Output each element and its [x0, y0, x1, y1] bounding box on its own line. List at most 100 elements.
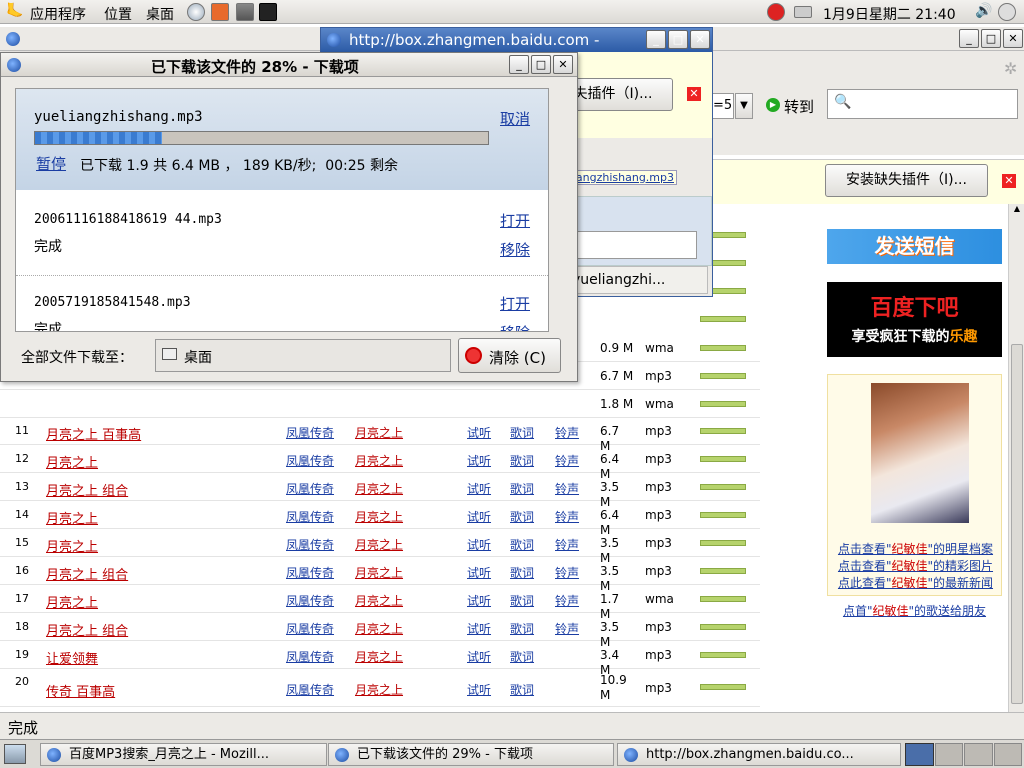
remove-item-link[interactable]: 移除: [500, 322, 530, 331]
lyrics-link[interactable]: 歌词: [510, 452, 534, 469]
album-link[interactable]: 凤凰传奇: [286, 508, 334, 525]
lyrics-link[interactable]: 歌词: [510, 564, 534, 581]
save-folder-field[interactable]: 桌面: [155, 339, 451, 372]
lyrics-link[interactable]: 歌词: [510, 508, 534, 525]
go-button[interactable]: 转到: [784, 96, 814, 117]
popup-close-button[interactable]: ✕: [690, 30, 710, 49]
lyrics-link[interactable]: 歌词: [510, 620, 534, 637]
ringtone-link[interactable]: 铃声: [555, 564, 579, 581]
song-link[interactable]: 月亮之上: [46, 536, 98, 555]
album-title-link[interactable]: 月亮之上: [355, 536, 403, 553]
task-browser[interactable]: 百度MP3搜索_月亮之上 - Mozill...: [40, 743, 327, 766]
listen-link[interactable]: 试听: [467, 620, 491, 637]
album-title-link[interactable]: 月亮之上: [355, 592, 403, 609]
task-downloads[interactable]: 已下载该文件的 29% - 下载项: [328, 743, 614, 766]
listen-link[interactable]: 试听: [467, 592, 491, 609]
volume-icon[interactable]: 🔊: [975, 3, 992, 19]
ringtone-link[interactable]: 铃声: [555, 480, 579, 497]
listen-link[interactable]: 试听: [467, 564, 491, 581]
listen-link[interactable]: 试听: [467, 424, 491, 441]
song-link[interactable]: 传奇 百事高: [46, 681, 115, 700]
listen-link[interactable]: 试听: [467, 452, 491, 469]
ringtone-link[interactable]: 铃声: [555, 452, 579, 469]
album-title-link[interactable]: 月亮之上: [355, 620, 403, 637]
ringtone-link[interactable]: 铃声: [555, 508, 579, 525]
song-link[interactable]: 月亮之上 百事高: [46, 424, 141, 443]
popup-close-plugin-icon[interactable]: ✕: [687, 87, 701, 101]
remove-item-link[interactable]: 移除: [500, 239, 530, 260]
popup-maximize-button[interactable]: □: [668, 30, 688, 49]
album-title-link[interactable]: 月亮之上: [355, 564, 403, 581]
gnome-foot-icon[interactable]: 🦶: [6, 3, 23, 19]
popup-minimize-button[interactable]: _: [646, 30, 666, 49]
menu-applications[interactable]: 应用程序: [30, 4, 86, 24]
open-file-link[interactable]: 打开: [500, 210, 530, 231]
lyrics-link[interactable]: 歌词: [510, 592, 534, 609]
album-link[interactable]: 凤凰传奇: [286, 648, 334, 665]
song-link[interactable]: 月亮之上 组合: [46, 480, 128, 499]
song-link[interactable]: 让爱领舞: [46, 648, 98, 667]
lyrics-link[interactable]: 歌词: [510, 424, 534, 441]
artist-news-link[interactable]: 点此查看"纪敏佳"的最新新闻: [828, 575, 1003, 592]
listen-link[interactable]: 试听: [467, 536, 491, 553]
artist-profile-link[interactable]: 点击查看"纪敏佳"的明星档案: [828, 541, 1003, 558]
popup-file-link[interactable]: yueliangzhishang.mp3: [571, 170, 677, 185]
workspace-switcher[interactable]: [905, 743, 1022, 766]
minimize-button[interactable]: _: [959, 29, 979, 48]
album-title-link[interactable]: 月亮之上: [355, 452, 403, 469]
task-popup[interactable]: http://box.zhangmen.baidu.co...: [617, 743, 901, 766]
menu-places[interactable]: 位置: [104, 4, 132, 24]
album-link[interactable]: 凤凰传奇: [286, 681, 334, 698]
update-notifier-icon[interactable]: [767, 3, 785, 21]
album-link[interactable]: 凤凰传奇: [286, 480, 334, 497]
notes-launcher-icon[interactable]: [236, 3, 254, 21]
download-list-scrollbar[interactable]: ▲: [548, 89, 549, 332]
browser-launcher-icon[interactable]: [187, 3, 205, 21]
download-maximize-button[interactable]: □: [531, 55, 551, 74]
album-link[interactable]: 凤凰传奇: [286, 564, 334, 581]
song-link[interactable]: 月亮之上 组合: [46, 564, 128, 583]
workspace-2[interactable]: [934, 743, 963, 766]
lyrics-link[interactable]: 歌词: [510, 681, 534, 698]
logout-icon[interactable]: [998, 3, 1016, 21]
album-link[interactable]: 凤凰传奇: [286, 536, 334, 553]
open-file-link[interactable]: 打开: [500, 293, 530, 314]
install-plugins-button[interactable]: 安装缺失插件（I)...: [825, 164, 988, 197]
baidu-xiaba-banner[interactable]: 百度下吧 享受疯狂下载的乐趣: [827, 282, 1002, 357]
ringtone-link[interactable]: 铃声: [555, 424, 579, 441]
album-link[interactable]: 凤凰传奇: [286, 452, 334, 469]
terminal-launcher-icon[interactable]: [259, 3, 277, 21]
printer-icon[interactable]: [794, 6, 812, 18]
album-title-link[interactable]: 月亮之上: [355, 424, 403, 441]
ringtone-link[interactable]: 铃声: [555, 592, 579, 609]
pause-download-link[interactable]: 暂停: [36, 153, 66, 174]
album-link[interactable]: 凤凰传奇: [286, 424, 334, 441]
song-link[interactable]: 月亮之上: [46, 452, 98, 471]
close-plugin-bar-icon[interactable]: ✕: [1002, 174, 1016, 188]
go-arrow-icon[interactable]: ▶: [766, 98, 780, 112]
scroll-thumb[interactable]: [1011, 344, 1023, 704]
search-input[interactable]: 🔍: [827, 89, 1018, 119]
download-minimize-button[interactable]: _: [509, 55, 529, 74]
download-close-button[interactable]: ✕: [553, 55, 573, 74]
sms-banner[interactable]: 发送短信: [827, 229, 1002, 264]
menu-desktop[interactable]: 桌面: [146, 4, 174, 24]
lyrics-link[interactable]: 歌词: [510, 648, 534, 665]
workspace-1[interactable]: [905, 743, 934, 766]
ringtone-link[interactable]: 铃声: [555, 620, 579, 637]
popup-field[interactable]: [572, 231, 697, 259]
zoom-field[interactable]: =5: [712, 93, 734, 119]
song-link[interactable]: 月亮之上: [46, 508, 98, 527]
zoom-dropdown-icon[interactable]: ▼: [735, 93, 753, 119]
album-title-link[interactable]: 月亮之上: [355, 480, 403, 497]
listen-link[interactable]: 试听: [467, 508, 491, 525]
listen-link[interactable]: 试听: [467, 681, 491, 698]
song-link[interactable]: 月亮之上 组合: [46, 620, 128, 639]
album-title-link[interactable]: 月亮之上: [355, 648, 403, 665]
listen-link[interactable]: 试听: [467, 480, 491, 497]
artist-photos-link[interactable]: 点击查看"纪敏佳"的精彩图片: [828, 558, 1003, 575]
popup-filename-field[interactable]: yueliangzhi...: [571, 266, 708, 294]
album-link[interactable]: 凤凰传奇: [286, 592, 334, 609]
maximize-button[interactable]: □: [981, 29, 1001, 48]
ringtone-link[interactable]: 铃声: [555, 536, 579, 553]
